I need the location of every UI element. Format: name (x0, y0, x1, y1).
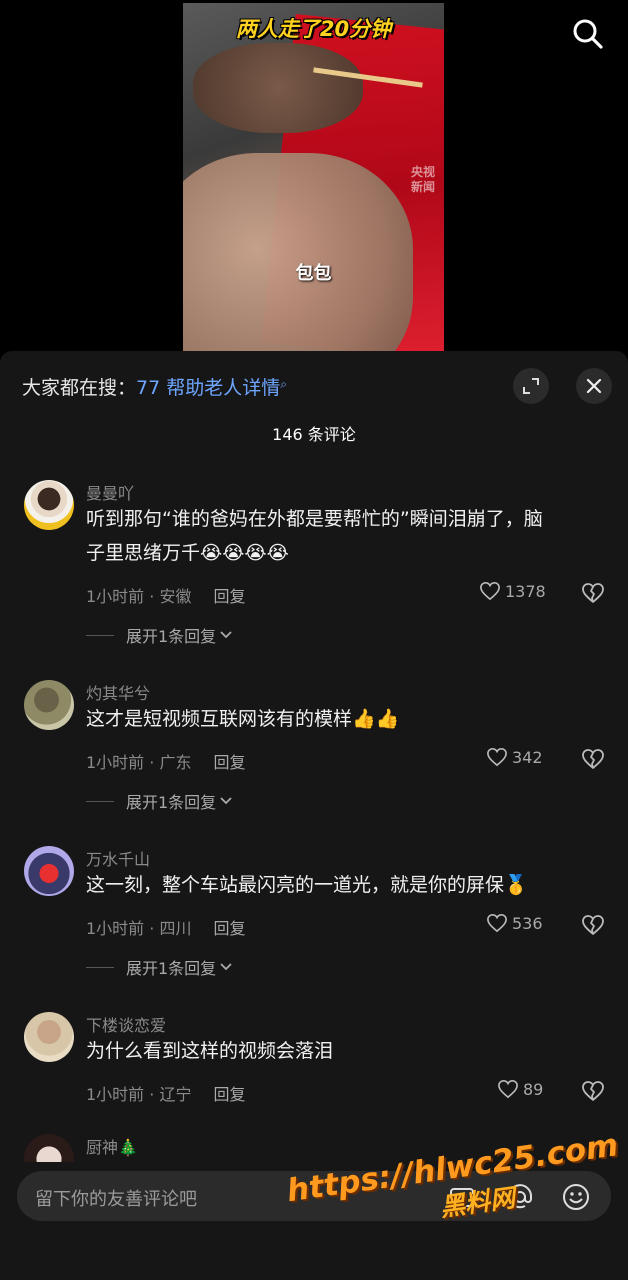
dislike-button[interactable] (580, 1080, 606, 1104)
dislike-button[interactable] (580, 748, 606, 772)
like-button[interactable]: 342 (486, 747, 543, 767)
like-button[interactable]: 1378 (479, 581, 546, 601)
trending-search[interactable]: 大家都在搜：77 帮助老人详情⌕ (22, 373, 287, 400)
time-location: 1小时前 · 安徽 (86, 587, 192, 606)
comment-text-line: 听到那句“谁的爸妈在外都是要帮忙的”瞬间泪崩了，脑 (86, 508, 543, 530)
heart-icon (498, 1079, 518, 1099)
comment-text: 这一刻，整个车站最闪亮的一道光，就是你的屏保🥇 (86, 868, 596, 902)
avatar[interactable] (24, 846, 74, 896)
comment-username[interactable]: 灼其华兮 (86, 680, 150, 704)
dislike-button[interactable] (580, 582, 606, 606)
search-icon (573, 19, 603, 49)
christmas-tree-emoji: 🎄 (118, 1138, 138, 1157)
reply-button[interactable]: 回复 (213, 1085, 245, 1104)
video-frame[interactable]: 央视 新闻 两人走了20分钟 包包 (183, 3, 444, 355)
comment-meta: 1小时前 · 四川 回复 (86, 915, 245, 939)
time-location: 1小时前 · 广东 (86, 753, 192, 772)
chevron-down-icon (220, 631, 232, 639)
trending-prefix: 大家都在搜： (22, 377, 137, 399)
comment-meta: 1小时前 · 辽宁 回复 (86, 1081, 245, 1105)
comment-meta: 1小时前 · 安徽 回复 (86, 583, 245, 607)
expand-divider (86, 634, 114, 636)
like-button[interactable]: 536 (486, 913, 543, 933)
medal-emoji: 🥇 (504, 874, 528, 896)
comment-input-placeholder: 留下你的友善评论吧 (35, 1189, 197, 1210)
comment-username-text: 厨神 (86, 1138, 119, 1157)
comment-text-segment: 这一刻，整个车站最闪亮的一道光，就是你的屏保 (86, 874, 505, 896)
comment-text: 这才是短视频互联网该有的模样👍👍 (86, 702, 596, 736)
video-player[interactable]: 央视 新闻 两人走了20分钟 包包 (0, 0, 628, 355)
comment-text: 听到那句“谁的爸妈在外都是要帮忙的”瞬间泪崩了，脑 子里思绪万千😭😭😭😭 (86, 502, 596, 570)
chevron-down-icon (220, 963, 232, 971)
close-button[interactable] (576, 368, 612, 404)
comment-count: 146 条评论 (272, 425, 356, 444)
broken-heart-icon (582, 1081, 604, 1101)
comment-username[interactable]: 万水千山 (86, 846, 150, 870)
reply-button[interactable]: 回复 (213, 587, 245, 606)
like-count: 1378 (505, 581, 546, 601)
avatar[interactable] (24, 1134, 74, 1162)
expand-divider (86, 800, 114, 802)
expand-replies[interactable]: 展开1条回复 (86, 623, 233, 647)
avatar[interactable] (24, 480, 74, 530)
comment-meta: 1小时前 · 广东 回复 (86, 749, 245, 773)
time-location: 1小时前 · 辽宁 (86, 1085, 192, 1104)
heart-icon (480, 581, 500, 601)
broken-heart-icon (582, 583, 604, 603)
video-title-overlay: 两人走了20分钟 (235, 17, 392, 41)
avatar[interactable] (24, 680, 74, 730)
like-count: 536 (512, 913, 543, 933)
expand-replies[interactable]: 展开1条回复 (86, 789, 233, 813)
time-location: 1小时前 · 四川 (86, 919, 192, 938)
broken-heart-icon (582, 749, 604, 769)
expand-replies-label: 展开1条回复 (126, 627, 217, 646)
video-hand (193, 43, 363, 133)
thumbs-up-emoji: 👍👍 (352, 708, 400, 730)
crying-emoji: 😭😭😭😭 (200, 542, 289, 564)
like-count: 342 (512, 747, 543, 767)
trending-topic-link[interactable]: 77 帮助老人详情 (136, 377, 280, 399)
dislike-button[interactable] (580, 914, 606, 938)
expand-replies-label: 展开1条回复 (126, 793, 217, 812)
heart-icon (487, 747, 507, 767)
heart-icon (487, 913, 507, 933)
expand-button[interactable] (513, 368, 549, 404)
small-search-icon: ⌕ (280, 377, 287, 391)
comment-text-segment: 这才是短视频互联网该有的模样 (86, 708, 353, 730)
broken-heart-icon (582, 915, 604, 935)
expand-icon (523, 378, 539, 394)
comment-username[interactable]: 下楼谈恋爱 (86, 1012, 166, 1036)
close-icon (586, 378, 602, 394)
like-button[interactable]: 89 (497, 1079, 543, 1099)
chevron-down-icon (220, 797, 232, 805)
comment-text-line-2: 子里思绪万千😭😭😭😭 (86, 536, 596, 570)
avatar[interactable] (24, 1012, 74, 1062)
search-button[interactable] (570, 16, 606, 52)
video-corner-mark: 央视 新闻 (411, 165, 436, 194)
reply-button[interactable]: 回复 (213, 919, 245, 938)
expand-replies[interactable]: 展开1条回复 (86, 955, 233, 979)
reply-button[interactable]: 回复 (213, 753, 245, 772)
comment-text: 为什么看到这样的视频会落泪 (86, 1040, 334, 1062)
like-count: 89 (523, 1079, 544, 1099)
video-subtitle: 包包 (295, 263, 332, 284)
expand-replies-label: 展开1条回复 (126, 959, 217, 978)
video-arm (183, 153, 413, 355)
comment-username[interactable]: 曼曼吖 (86, 480, 134, 504)
comment-username[interactable]: 厨神🎄 (86, 1134, 138, 1158)
comment-text-segment: 子里思绪万千 (86, 542, 201, 564)
expand-divider (86, 966, 114, 968)
